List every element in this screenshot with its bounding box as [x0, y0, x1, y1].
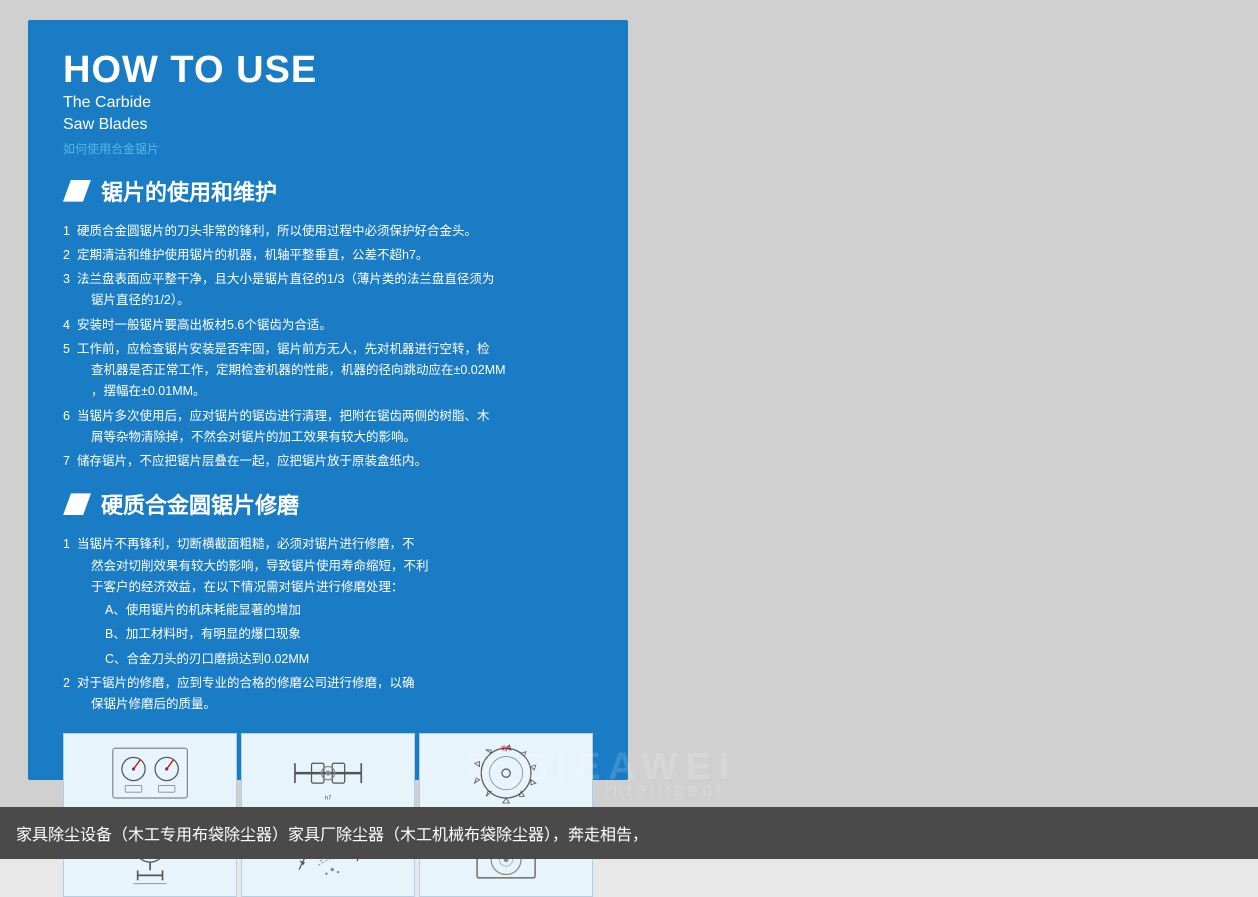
list-item: 7储存锯片，不应把锯片层叠在一起，应把锯片放于原装盒纸内。	[63, 451, 593, 472]
list-item: 1硬质合金圆锯片的刀头非常的锋利，所以使用过程中必须保护好合金头。	[63, 221, 593, 242]
image-cell-3: 锯片	[419, 733, 593, 813]
section1-list: 1硬质合金圆锯片的刀头非常的锋利，所以使用过程中必须保护好合金头。 2定期清洁和…	[63, 221, 593, 473]
main-card: HOW TO USE The Carbide Saw Blades 如何使用合金…	[28, 20, 628, 780]
svg-text:h7: h7	[325, 796, 331, 802]
section2-title: 硬质合金圆锯片修磨	[101, 488, 299, 520]
subtitle-line2: Saw Blades	[63, 114, 593, 136]
section1-icon	[63, 180, 91, 202]
section2-header: 硬质合金圆锯片修磨	[63, 488, 593, 520]
subtitle-line1: The Carbide	[63, 92, 593, 114]
sub-list-item: B、加工材料时，有明显的爆口现象	[91, 624, 593, 645]
header-section: HOW TO USE The Carbide Saw Blades 如何使用合金…	[63, 50, 593, 157]
bottom-bar-text: 家具除尘设备（木工专用布袋除尘器）家具厂除尘器（木工机械布袋除尘器），奔走相告，	[16, 821, 648, 845]
list-item: 5工作前，应检查锯片安装是否牢固，锯片前方无人，先对机器进行空转，检查机器是否正…	[63, 339, 593, 403]
list-item: 4安装时一般锯片要高出板材5.6个锯齿为合适。	[63, 315, 593, 336]
sub-list-item: A、使用锯片的机床耗能显著的增加	[91, 600, 593, 621]
image-cell-1	[63, 733, 237, 813]
section2-list: 1当锯片不再锋利，切断横截面粗糙，必须对锯片进行修磨，不然会对切削效果有较大的影…	[63, 534, 593, 715]
list-item: 6当锯片多次使用后，应对锯片的锯齿进行清理，把附在锯齿两侧的树脂、木屑等杂物清除…	[63, 406, 593, 449]
section1-header: 锯片的使用和维护	[63, 175, 593, 207]
chinese-subtitle: 如何使用合金锯片	[63, 140, 593, 157]
section2-icon	[63, 493, 91, 515]
list-item: 1当锯片不再锋利，切断横截面粗糙，必须对锯片进行修磨，不然会对切削效果有较大的影…	[63, 534, 593, 670]
list-item: 3法兰盘表面应平整干净，且大小是锯片直径的1/3（薄片类的法兰盘直径须为锯片直径…	[63, 269, 593, 312]
section1-title: 锯片的使用和维护	[101, 175, 277, 207]
list-item: 2定期清洁和维护使用锯片的机器，机轴平整垂直，公差不超h7。	[63, 245, 593, 266]
main-title: HOW TO USE	[63, 50, 593, 92]
sub-list: A、使用锯片的机床耗能显著的增加 B、加工材料时，有明显的爆口现象 C、合金刀头…	[77, 600, 593, 670]
image-cell-2: h7	[241, 733, 415, 813]
list-item: 2对于锯片的修磨，应到专业的合格的修磨公司进行修磨，以确保锯片修磨后的质量。	[63, 673, 593, 716]
bottom-bar: 家具除尘设备（木工专用布袋除尘器）家具厂除尘器（木工机械布袋除尘器），奔走相告，	[0, 807, 1258, 859]
page-wrapper: HOW TO USE The Carbide Saw Blades 如何使用合金…	[0, 0, 1258, 859]
sub-list-item: C、合金刀头的刃口磨损达到0.02MM	[91, 649, 593, 670]
watermark-sub: intelligent	[605, 780, 725, 801]
